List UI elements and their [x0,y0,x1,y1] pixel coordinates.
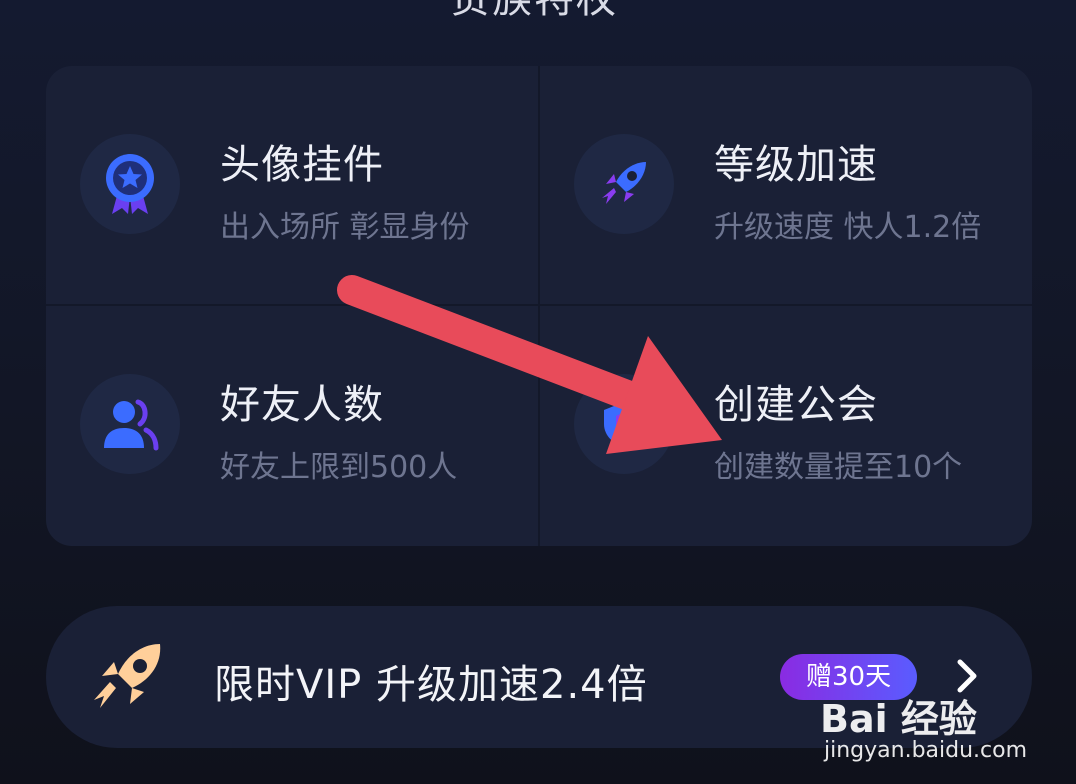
benefit-title: 创建公会 [714,382,878,428]
watermark: Bai 经验 jingyan.baidu.com [820,688,1060,778]
benefit-description: 出入场所 彰显身份 [220,210,470,245]
vip-privileges-screen: 贵族特权 头像挂件 出入场所 彰显身份 [0,0,1076,784]
benefit-title: 好友人数 [220,382,384,428]
benefit-description: 好友上限到500人 [220,450,458,485]
medal-icon [106,154,154,214]
rocket-icon-circle [574,134,674,234]
friends-icon [104,399,159,451]
benefit-level-boost[interactable]: 等级加速 升级速度 快人1.2倍 [540,66,1032,304]
benefit-description: 升级速度 快人1.2倍 [714,210,982,245]
benefit-title: 头像挂件 [220,142,384,188]
benefit-avatar-pendant[interactable]: 头像挂件 出入场所 彰显身份 [46,66,538,304]
watermark-url: jingyan.baidu.com [824,738,1028,763]
vip-banner-text: 限时VIP 升级加速2.4倍 [214,662,648,708]
friends-icon-circle [80,374,180,474]
watermark-brand: Bai 经验 [820,697,977,741]
benefit-title: 等级加速 [714,142,878,188]
rocket-icon [602,162,646,204]
page-title: 贵族特权 [450,0,618,24]
benefit-friend-limit[interactable]: 好友人数 好友上限到500人 [46,306,538,544]
medal-icon-circle [80,134,180,234]
benefits-card: 头像挂件 出入场所 彰显身份 等级加速 升级速度 快人1.2倍 好友人数 好友上… [46,66,1032,546]
benefit-description: 创建数量提至10个 [714,450,963,485]
rocket-icon [94,644,161,708]
benefit-create-guild[interactable]: 创建公会 创建数量提至10个 [540,306,1032,544]
guild-icon [604,402,644,448]
guild-icon-circle [574,374,674,474]
